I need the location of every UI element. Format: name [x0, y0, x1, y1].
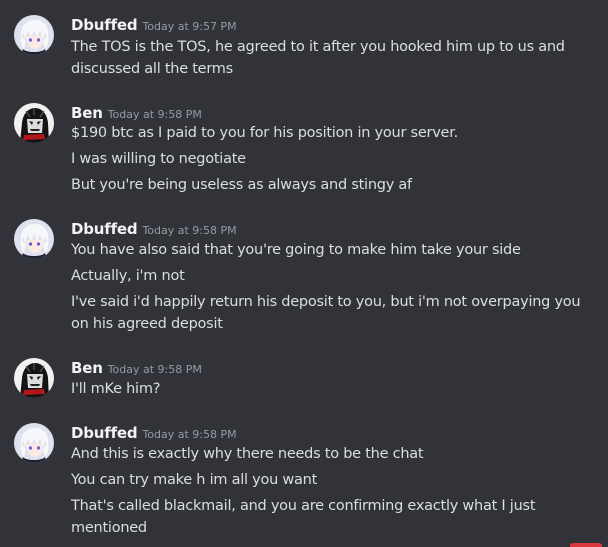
- chat-message-list: Dbuffed Today at 9:57 PM The TOS is the T…: [0, 0, 608, 547]
- anime-white-hair-avatar-icon: [14, 15, 54, 55]
- username[interactable]: Ben: [71, 359, 103, 377]
- username[interactable]: Dbuffed: [71, 424, 138, 442]
- username[interactable]: Ben: [71, 104, 103, 122]
- username[interactable]: Dbuffed: [71, 220, 138, 238]
- message-text: I've said i'd happily return his deposit…: [71, 294, 581, 310]
- message-text: on his agreed deposit: [71, 316, 223, 332]
- message-text: $190 btc as I paid to you for his positi…: [71, 125, 458, 141]
- message-header: Dbuffed Today at 9:58 PM: [71, 423, 237, 445]
- message-header: Dbuffed Today at 9:57 PM: [71, 15, 237, 37]
- anime-white-hair-avatar-icon: [14, 219, 54, 259]
- timestamp: Today at 9:57 PM: [142, 20, 237, 33]
- message-text: But you're being useless as always and s…: [71, 177, 412, 193]
- message-text: discussed all the terms: [71, 61, 233, 77]
- message-text: The TOS is the TOS, he agreed to it afte…: [71, 39, 565, 55]
- timestamp: Today at 9:58 PM: [142, 428, 237, 441]
- message-text: You have also said that you're going to …: [71, 242, 521, 258]
- avatar[interactable]: [14, 103, 54, 143]
- message-header: Ben Today at 9:58 PM: [71, 358, 202, 380]
- dark-character-avatar-icon: [14, 358, 54, 398]
- avatar[interactable]: [14, 219, 54, 259]
- message-text: Actually, i'm not: [71, 268, 185, 284]
- timestamp: Today at 9:58 PM: [107, 108, 202, 121]
- dark-character-avatar-icon: [14, 103, 54, 143]
- anime-white-hair-avatar-icon: [14, 423, 54, 463]
- avatar[interactable]: [14, 423, 54, 463]
- notification-badge[interactable]: [570, 543, 602, 547]
- message-text: You can try make h im all you want: [71, 472, 318, 488]
- message-text: mentioned: [71, 520, 147, 536]
- message-text: And this is exactly why there needs to b…: [71, 446, 424, 462]
- avatar[interactable]: [14, 358, 54, 398]
- avatar[interactable]: [14, 15, 54, 55]
- timestamp: Today at 9:58 PM: [107, 363, 202, 376]
- timestamp: Today at 9:58 PM: [142, 224, 237, 237]
- message-text: That's called blackmail, and you are con…: [71, 498, 536, 514]
- message-header: Dbuffed Today at 9:58 PM: [71, 219, 237, 241]
- username[interactable]: Dbuffed: [71, 16, 138, 34]
- message-text: I was willing to negotiate: [71, 151, 246, 167]
- message-text: I'll mKe him?: [71, 381, 161, 397]
